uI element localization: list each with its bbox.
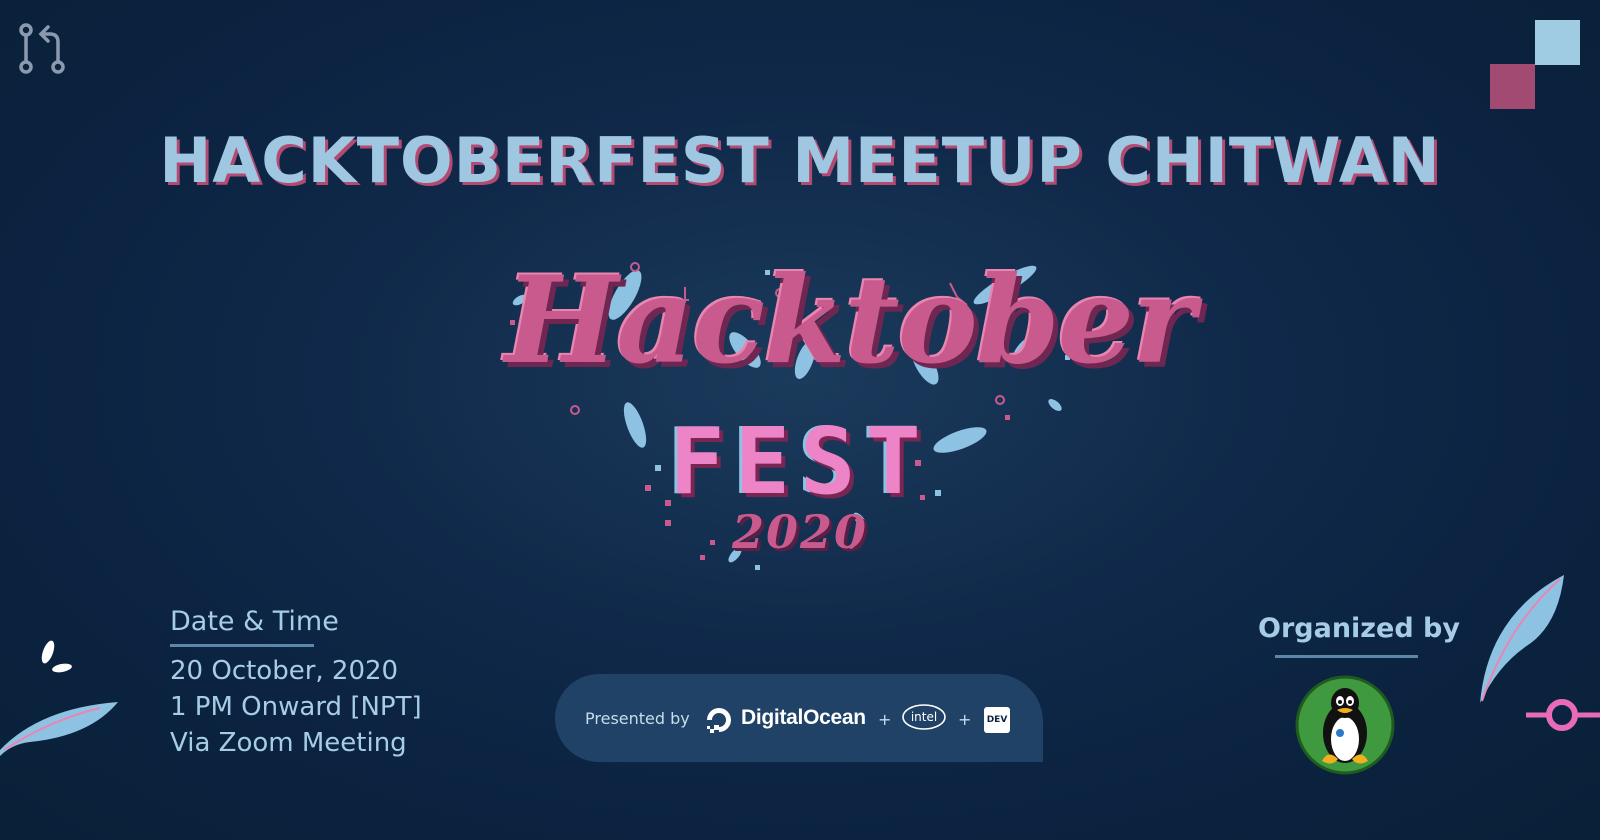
decorative-square-light [1535, 20, 1580, 65]
logo-year: 2020 [731, 505, 869, 559]
event-venue: Via Zoom Meeting [170, 728, 407, 758]
organized-by-heading: Organized by [1258, 613, 1460, 644]
git-pull-request-icon [19, 23, 65, 74]
decorative-leaf-right [1480, 575, 1564, 703]
organized-by-underline [1275, 655, 1418, 658]
decorative-square-dark [1490, 64, 1535, 109]
intel-logo-text: intel [911, 710, 937, 724]
sponsor-separator: + [958, 710, 972, 729]
digitalocean-name: DigitalOcean [741, 706, 866, 729]
linux-tux-logo [1295, 675, 1395, 775]
event-title: HACKTOBERFEST MEETUP CHITWAN [159, 124, 1441, 197]
date-time-heading: Date & Time [170, 606, 339, 637]
decorative-ring [1526, 699, 1600, 731]
logo-hacktober: Hacktober [505, 250, 1195, 391]
decorative-leaves-left [0, 640, 118, 756]
event-time: 1 PM Onward [NPT] [170, 692, 422, 722]
presented-by-label: Presented by [585, 709, 690, 728]
date-time-underline [170, 644, 314, 647]
digitalocean-logo [707, 708, 731, 733]
sponsor-separator: + [878, 710, 892, 729]
event-date: 20 October, 2020 [170, 656, 399, 686]
dev-logo: DEV [984, 707, 1010, 733]
intel-logo: intel [902, 704, 946, 730]
logo-fest: FEST [669, 408, 931, 515]
